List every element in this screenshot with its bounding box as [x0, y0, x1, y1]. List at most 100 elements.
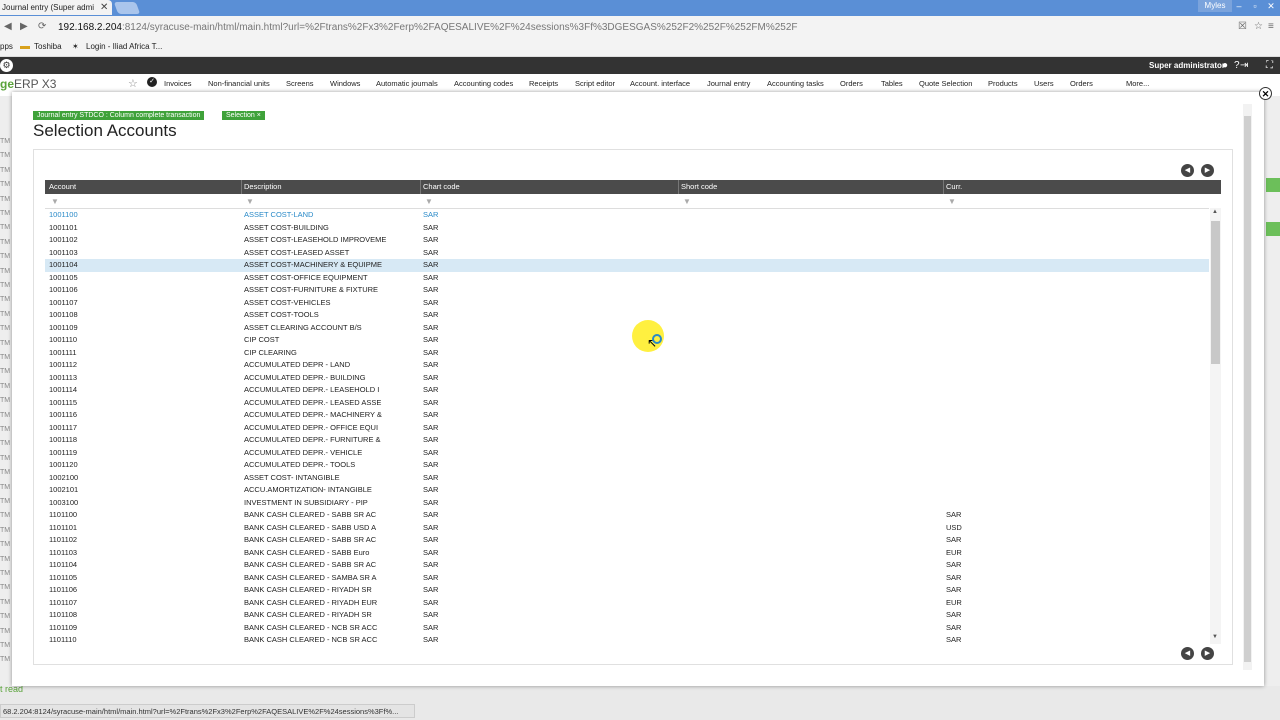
cell-description[interactable]: ASSET COST-OFFICE EQUIPMENT	[244, 272, 368, 285]
help-icon[interactable]: ?	[1234, 57, 1240, 74]
back-icon[interactable]: ◀	[4, 21, 12, 32]
cell-account[interactable]: 1001112	[49, 359, 77, 372]
column-header-currency[interactable]: Curr.	[946, 180, 962, 194]
cell-description[interactable]: BANK CASH CLEARED - SABB Euro	[244, 547, 369, 560]
table-row[interactable]: 1001119 ACCUMULATED DEPR.- VEHICLE SAR	[45, 447, 1209, 460]
browser-tab[interactable]: Journal entry (Super admi	[0, 0, 112, 15]
cell-description[interactable]: ACCUMULATED DEPR.- TOOLS	[244, 459, 355, 472]
window-close-icon[interactable]: ✕	[1264, 0, 1278, 12]
table-row[interactable]: 1001105 ASSET COST-OFFICE EQUIPMENT SAR	[45, 272, 1209, 285]
cell-description[interactable]: BANK CASH CLEARED - NCB SR ACC	[244, 634, 377, 647]
cell-description[interactable]: ASSET COST-MACHINERY & EQUIPME	[244, 259, 382, 272]
cell-description[interactable]: ACCUMULATED DEPR.- OFFICE EQUI	[244, 422, 378, 435]
cell-account[interactable]: 1001119	[49, 447, 77, 460]
cell-description[interactable]: ASSET COST-FURNITURE & FIXTURE	[244, 284, 378, 297]
cell-account[interactable]: 1001120	[49, 459, 78, 472]
cell-description[interactable]: BANK CASH CLEARED - RIYADH SR	[244, 609, 372, 622]
cell-description[interactable]: ASSET COST-VEHICLES	[244, 297, 331, 310]
cell-description[interactable]: ASSET COST-TOOLS	[244, 309, 319, 322]
menu-automatic-journals[interactable]: Automatic journals	[376, 79, 438, 88]
column-header-chart-code[interactable]: Chart code	[423, 180, 460, 194]
menu-non-financial-units[interactable]: Non-financial units	[208, 79, 270, 88]
filter-icon[interactable]: ▼	[246, 197, 254, 206]
prev-page-button[interactable]: ◀	[1181, 164, 1194, 177]
column-header-account[interactable]: Account	[49, 180, 76, 194]
cell-description[interactable]: BANK CASH CLEARED - SABB SR AC	[244, 559, 376, 572]
table-row[interactable]: 1001115 ACCUMULATED DEPR.- LEASED ASSE SAR	[45, 397, 1209, 410]
cell-account[interactable]: 1001109	[49, 322, 78, 335]
menu-accounting-tasks[interactable]: Accounting tasks	[767, 79, 824, 88]
cell-account[interactable]: 1001116	[49, 409, 77, 422]
cell-account[interactable]: 1003100	[49, 497, 78, 510]
table-row[interactable]: 1101106 BANK CASH CLEARED - RIYADH SR SAR S…	[45, 584, 1209, 597]
cell-description[interactable]: ACCUMULATED DEPR.- BUILDING	[244, 372, 366, 385]
table-row[interactable]: 1001102 ASSET COST-LEASEHOLD IMPROVEME SAR	[45, 234, 1209, 247]
cell-description[interactable]: ASSET CLEARING ACCOUNT B/S	[244, 322, 362, 335]
cell-account[interactable]: 1001106	[49, 284, 78, 297]
menu-orders-2[interactable]: Orders	[1070, 79, 1093, 88]
user-name[interactable]: Super administrator	[1149, 57, 1225, 74]
cell-account[interactable]: 1001105	[49, 272, 78, 285]
menu-script-editor[interactable]: Script editor	[575, 79, 615, 88]
cell-description[interactable]: BANK CASH CLEARED - RIYADH EUR	[244, 597, 377, 610]
cell-description[interactable]: ACCUMULATED DEPR.- FURNITURE &	[244, 434, 381, 447]
reload-icon[interactable]: ⟳	[38, 21, 46, 32]
cell-account[interactable]: 1001111	[49, 347, 77, 360]
table-row[interactable]: 1001111 CIP CLEARING SAR	[45, 347, 1209, 360]
cell-account[interactable]: 1101106	[49, 584, 77, 597]
cell-description[interactable]: CIP CLEARING	[244, 347, 297, 360]
cell-description[interactable]: ACCUMULATED DEPR.- LEASED ASSE	[244, 397, 381, 410]
table-row[interactable]: 1001103 ASSET COST-LEASED ASSET SAR	[45, 247, 1209, 260]
tab-close-icon[interactable]: ✕	[100, 0, 108, 15]
table-row[interactable]: 1001104 ASSET COST-MACHINERY & EQUIPME SAR	[45, 259, 1209, 272]
table-row[interactable]: 1001114 ACCUMULATED DEPR.- LEASEHOLD I SAR	[45, 384, 1209, 397]
cell-account[interactable]: 1101105	[49, 572, 77, 585]
check-icon[interactable]: ✓	[147, 77, 157, 87]
next-page-button-bottom[interactable]: ▶	[1201, 647, 1214, 660]
table-row[interactable]: 1101110 BANK CASH CLEARED - NCB SR ACC SAR…	[45, 634, 1209, 647]
bookmark-star-icon[interactable]: ☆	[1254, 21, 1263, 32]
menu-tables[interactable]: Tables	[881, 79, 903, 88]
prev-page-button-bottom[interactable]: ◀	[1181, 647, 1194, 660]
cell-account[interactable]: 1001118	[49, 434, 77, 447]
table-row[interactable]: 1101102 BANK CASH CLEARED - SABB SR AC SAR…	[45, 534, 1209, 547]
cell-account[interactable]: 1101103	[49, 547, 77, 560]
menu-users[interactable]: Users	[1034, 79, 1054, 88]
cell-description[interactable]: ACCUMULATED DEPR.- VEHICLE	[244, 447, 362, 460]
table-row[interactable]: 1101104 BANK CASH CLEARED - SABB SR AC SAR…	[45, 559, 1209, 572]
expand-icon[interactable]: ⛶	[1266, 57, 1273, 74]
table-row[interactable]: 1101105 BANK CASH CLEARED - SAMBA SR A SAR…	[45, 572, 1209, 585]
cell-description[interactable]: INVESTMENT IN SUBSIDIARY - PIP	[244, 497, 368, 510]
menu-orders[interactable]: Orders	[840, 79, 863, 88]
cell-description[interactable]: BANK CASH CLEARED - NCB SR ACC	[244, 622, 377, 635]
cell-description[interactable]: BANK CASH CLEARED - RIYADH SR	[244, 584, 372, 597]
table-row[interactable]: 1001110 CIP COST SAR	[45, 334, 1209, 347]
page-action-icon[interactable]: ☒	[1238, 21, 1247, 32]
table-row[interactable]: 1001107 ASSET COST-VEHICLES SAR	[45, 297, 1209, 310]
cell-description[interactable]: ASSET COST-BUILDING	[244, 222, 329, 235]
cell-account[interactable]: 1001100	[49, 209, 78, 222]
cell-account[interactable]: 1101107	[49, 597, 77, 610]
table-row[interactable]: 1101107 BANK CASH CLEARED - RIYADH EUR SAR…	[45, 597, 1209, 610]
scroll-down-icon[interactable]: ▼	[1212, 634, 1218, 640]
cell-description[interactable]: BANK CASH CLEARED - SABB USD A	[244, 522, 376, 535]
column-divider[interactable]	[420, 180, 421, 194]
browser-menu-icon[interactable]: ≡	[1268, 21, 1274, 32]
column-divider[interactable]	[241, 180, 242, 194]
table-row[interactable]: 1001101 ASSET COST-BUILDING SAR	[45, 222, 1209, 235]
table-row[interactable]: 1101101 BANK CASH CLEARED - SABB USD A SAR…	[45, 522, 1209, 535]
table-row[interactable]: 1002101 ACCU.AMORTIZATION- INTANGIBLE SAR	[45, 484, 1209, 497]
table-row[interactable]: 1101108 BANK CASH CLEARED - RIYADH SR SAR S…	[45, 609, 1209, 622]
filter-icon[interactable]: ▼	[683, 197, 691, 206]
menu-products[interactable]: Products	[988, 79, 1018, 88]
cell-account[interactable]: 1101110	[49, 634, 77, 647]
cell-account[interactable]: 1001115	[49, 397, 77, 410]
table-row[interactable]: 1001112 ACCUMULATED DEPR - LAND SAR	[45, 359, 1209, 372]
cell-description[interactable]: ASSET COST- INTANGIBLE	[244, 472, 340, 485]
table-row[interactable]: 1001108 ASSET COST-TOOLS SAR	[45, 309, 1209, 322]
cell-description[interactable]: ASSET COST-LEASED ASSET	[244, 247, 349, 260]
next-page-button[interactable]: ▶	[1201, 164, 1214, 177]
filter-icon[interactable]: ▼	[51, 197, 59, 206]
table-row[interactable]: 1001118 ACCUMULATED DEPR.- FURNITURE & SAR	[45, 434, 1209, 447]
menu-receipts[interactable]: Receipts	[529, 79, 558, 88]
